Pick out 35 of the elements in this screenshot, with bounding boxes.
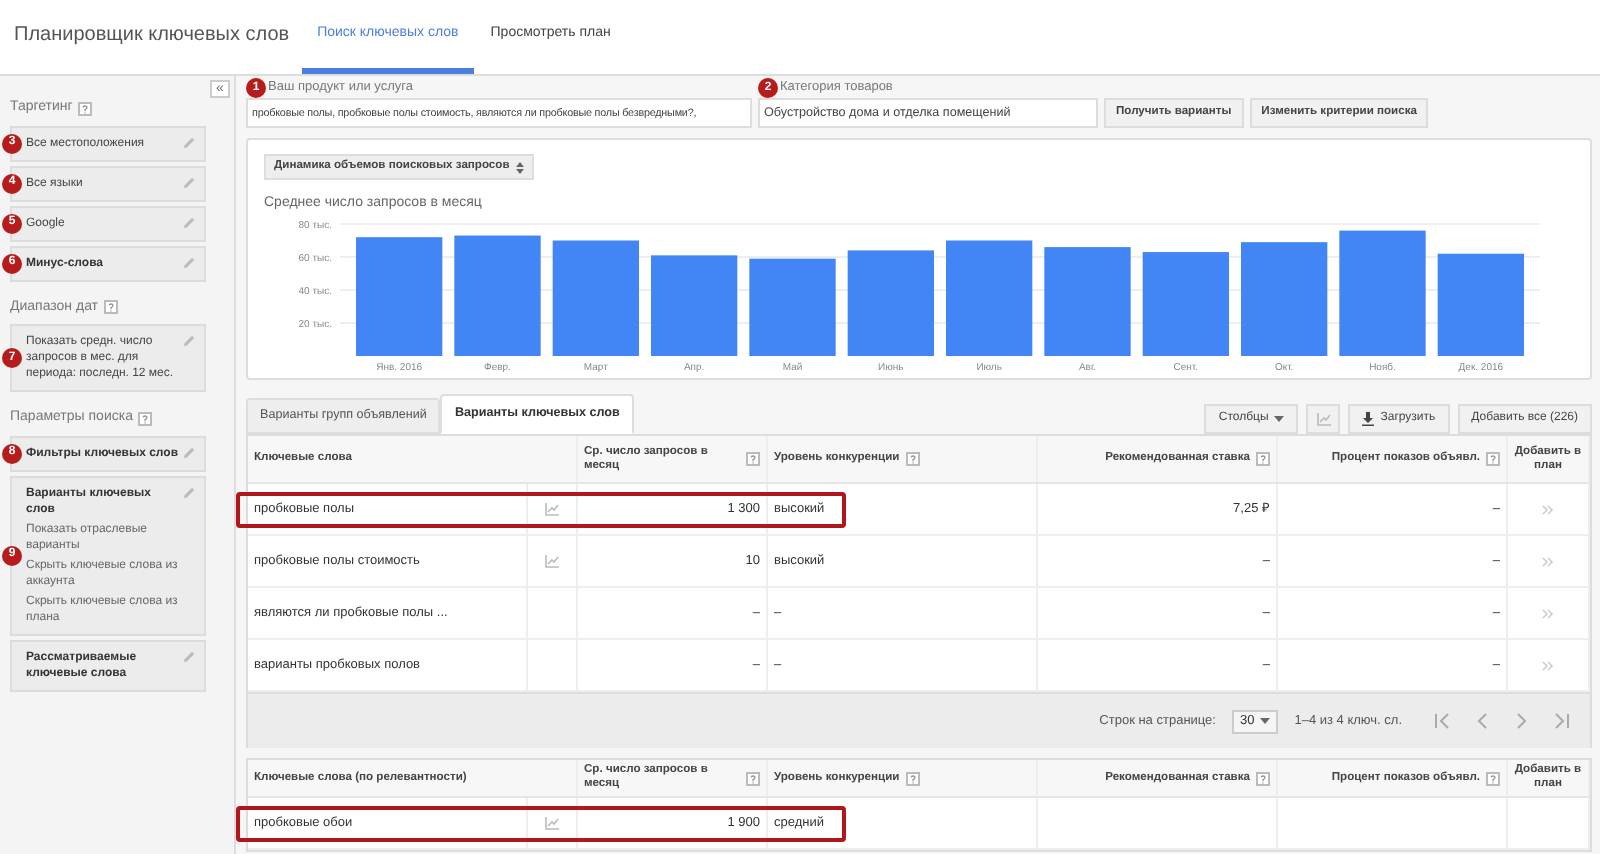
- pencil-icon: [182, 334, 196, 348]
- last-page-icon[interactable]: [1554, 712, 1570, 730]
- pencil-icon: [182, 485, 196, 499]
- pencil-icon: [182, 215, 196, 229]
- pencil-icon: [182, 445, 196, 459]
- pencil-icon: [182, 255, 196, 269]
- previous-icon[interactable]: [1474, 712, 1490, 730]
- bar: [847, 249, 934, 355]
- next-icon[interactable]: [1514, 712, 1530, 730]
- bar: [454, 234, 541, 355]
- bar: [1142, 251, 1229, 355]
- caret-icon: [1274, 416, 1285, 422]
- bar: [1044, 246, 1131, 355]
- bar: [749, 257, 836, 355]
- bar: [552, 239, 639, 355]
- app-title: Планировщик ключевых слов: [14, 24, 290, 48]
- download-icon: [1362, 412, 1375, 426]
- pencil-icon: [182, 175, 196, 189]
- double-chevron-icon: [1542, 659, 1554, 671]
- bar: [651, 254, 738, 355]
- bar: [1437, 252, 1524, 355]
- bar: [1241, 241, 1328, 355]
- bar: [1339, 229, 1426, 355]
- double-chevron-icon: [1542, 555, 1554, 567]
- caret-icon: [1260, 718, 1271, 724]
- sort-arrows-icon: [515, 161, 524, 173]
- pencil-icon: [182, 135, 196, 149]
- pencil-icon: [182, 649, 196, 663]
- bar: [356, 236, 443, 355]
- line-chart-icon: [1315, 412, 1332, 426]
- first-page-icon[interactable]: [1434, 712, 1450, 730]
- double-chevron-icon: [1542, 607, 1554, 619]
- chart-button[interactable]: [1306, 404, 1341, 434]
- double-chevron-icon: [1542, 503, 1554, 515]
- bar: [946, 239, 1033, 355]
